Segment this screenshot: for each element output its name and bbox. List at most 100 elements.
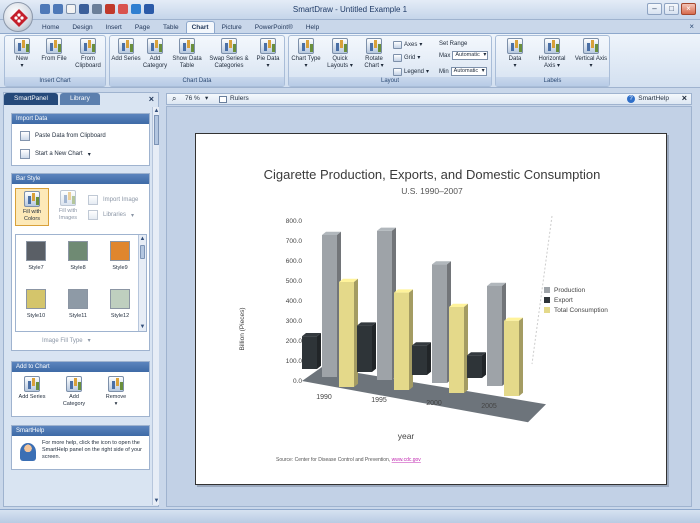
horizontal-axis-button[interactable]: Horizontal Axis ▾ [534,38,570,70]
add-series-panel-button[interactable]: Add Series [16,376,48,401]
rulers-toggle[interactable]: Rulers [230,94,249,104]
tab-smartpanel[interactable]: SmartPanel [4,93,58,105]
bar-front-face [432,264,447,383]
show-data-table-button[interactable]: Show Data Table [172,38,202,70]
tab-home[interactable]: Home [36,21,65,33]
pie-data-button[interactable]: Pie Data ▾ [253,38,283,70]
bar-front-face [302,336,317,369]
labels-group: Data ▾ Horizontal Axis ▾ Vertical Axis ▾ … [495,35,610,87]
quick-layouts-button[interactable]: Quick Layouts ▾ [325,38,355,70]
rulers-icon[interactable] [219,96,227,103]
horizontal-axis-icon [544,38,560,54]
paste-data-link[interactable]: Paste Data from Clipboard [20,131,106,141]
chart-title[interactable]: Cigarette Production, Exports, and Domes… [264,167,601,182]
axes-dropdown[interactable]: Axes ▾ [393,40,422,49]
style-swatch[interactable]: Style10 [20,289,52,320]
scroll-up-icon[interactable]: ▲ [139,235,146,243]
add-to-chart-section: Add to Chart Add Series Add Category Rem… [11,361,150,417]
fill-with-images-button[interactable]: Fill with Images [52,188,84,222]
new-chart-button[interactable]: New ▾ [7,38,37,70]
min-combo[interactable]: Automatic [450,67,487,76]
zoom-level[interactable]: 76 % [185,94,200,104]
tab-design[interactable]: Design [66,21,98,33]
zoom-icon[interactable]: ⌕ [172,94,176,104]
tab-insert[interactable]: Insert [100,21,128,33]
style-swatch[interactable]: Style7 [20,241,52,272]
legend-dropdown[interactable]: Legend ▾ [393,67,429,76]
bar-total-consumption-2005 [504,317,523,396]
document-page[interactable]: Cigarette Production, Exports, and Domes… [195,133,667,485]
swap-icon [221,38,237,54]
data-labels-button[interactable]: Data ▾ [500,38,530,70]
add-category-button[interactable]: Add Category [140,38,170,70]
fill-with-colors-button[interactable]: Fill with Colors [15,188,49,226]
max-row: Max Automatic [439,51,489,60]
group-label: Layout [289,77,491,86]
tab-chart[interactable]: Chart [185,21,215,33]
zoom-chevron-down-icon[interactable]: ▾ [205,94,208,104]
bar-style-gallery: Style7 Style8 Style9 Style10 Style11 Sty… [15,234,147,332]
ribbon-close-icon[interactable]: × [689,22,694,31]
style-swatch[interactable]: Style9 [104,241,136,272]
scroll-down-icon[interactable]: ▼ [153,497,160,505]
grid-icon [393,53,402,62]
panel-scrollbar[interactable]: ▲ ▼ [152,107,159,505]
fill-images-icon [60,190,76,206]
style-swatch[interactable]: Style11 [62,289,94,320]
tab-table[interactable]: Table [157,21,185,33]
vertical-axis-button[interactable]: Vertical Axis ▾ [574,38,608,70]
legend-label: Export [554,297,573,304]
y-tick-label: 400.0 [286,298,303,305]
tab-help[interactable]: Help [300,21,325,33]
tab-powerpoint[interactable]: PowerPoint® [249,21,299,33]
start-new-chart-link[interactable]: Start a New Chart ▾ [20,149,91,159]
close-window-icon[interactable]: × [681,3,696,15]
rotate-chart-button[interactable]: Rotate Chart ▾ [359,38,389,70]
from-clipboard-button[interactable]: From Clipboard [73,38,103,70]
grid-dropdown[interactable]: Grid ▾ [393,53,420,62]
legend[interactable]: Production Export Total Consumption [544,287,608,314]
smarthelp-toggle[interactable]: SmartHelp [638,94,669,104]
swatch-color [110,241,130,261]
tab-page[interactable]: Page [129,21,156,33]
import-image-button[interactable]: Import Image [88,195,138,205]
gallery-scrollbar[interactable]: ▲ ▼ [138,235,146,331]
new-chart-icon [14,38,30,54]
bar-side-face [427,342,431,375]
image-fill-type-button[interactable]: Image Fill Type ▾ [42,337,91,345]
legend-label: Total Consumption [554,307,608,314]
libraries-button[interactable]: Libraries ▾ [88,210,134,220]
smarthelp-person-icon[interactable] [20,443,36,461]
close-panel-icon[interactable]: × [149,94,154,104]
chart-type-button[interactable]: Chart Type ▾ [291,38,321,70]
help-icon[interactable]: ? [627,95,635,103]
group-label: Chart Data [110,77,284,86]
swap-series-button[interactable]: Swap Series & Categories [208,38,250,70]
window-title: SmartDraw - Untitled Example 1 [292,5,408,14]
source-link[interactable]: www.cdc.gov [392,457,422,463]
tab-picture[interactable]: Picture [216,21,248,33]
from-file-button[interactable]: From File [39,38,69,63]
y-tick-label: 600.0 [286,258,303,265]
maximize-icon[interactable]: □ [664,3,679,15]
style-swatch[interactable]: Style8 [62,241,94,272]
style-swatch[interactable]: Style12 [104,289,136,320]
close-toolbar-icon[interactable]: × [682,93,687,103]
legend-swatch [544,307,550,313]
minimize-icon[interactable]: – [647,3,662,15]
remove-button[interactable]: Remove ▾ [100,376,132,408]
scroll-up-icon[interactable]: ▲ [153,107,160,115]
add-series-button[interactable]: Add Series [111,38,141,63]
scroll-down-icon[interactable]: ▼ [139,323,146,331]
max-combo[interactable]: Automatic [452,51,489,60]
scroll-thumb[interactable] [140,245,145,259]
add-category-icon [66,376,82,392]
bar-front-face [377,230,392,380]
smartdraw-logo-icon[interactable] [3,2,33,32]
tab-library[interactable]: Library [59,93,100,105]
chart[interactable]: Cigarette Production, Exports, and Domes… [196,134,668,486]
add-category-panel-button[interactable]: Add Category [58,376,90,408]
legend-swatch [544,287,550,293]
scroll-thumb[interactable] [154,115,159,145]
drawing-canvas[interactable]: Cigarette Production, Exports, and Domes… [166,106,692,507]
